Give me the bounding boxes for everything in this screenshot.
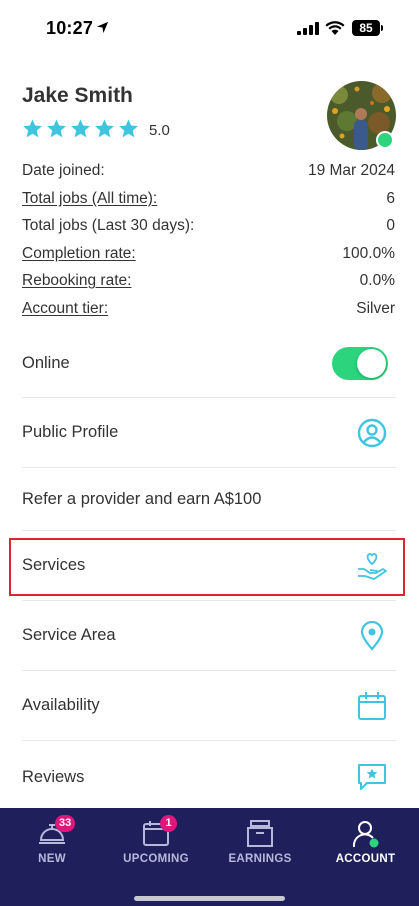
menu-item-label: Services [22,556,86,574]
home-indicator [134,896,285,901]
tab-new[interactable]: 33 NEW [0,808,104,878]
stat-value: Silver [356,299,395,317]
star-icon [47,119,66,138]
hand-heart-icon [356,550,388,582]
stat-row-total-jobs-30-days: Total jobs (Last 30 days): 0 [22,215,395,243]
stat-value: 0.0% [359,272,395,289]
star-icon [23,119,42,138]
stat-label-link[interactable]: Rebooking rate: [22,270,131,298]
rating-stars [22,118,139,139]
tab-label: EARNINGS [228,853,292,865]
stat-row-account-tier: Account tier: Silver [22,298,395,326]
menu-item-services[interactable]: Services [22,531,396,601]
stat-value: 6 [386,189,395,207]
cellular-signal-icon [297,22,319,35]
stat-label-link[interactable]: Account tier: [22,298,108,326]
user-circle-icon [356,417,388,449]
battery-nub [381,25,383,31]
location-arrow-icon [96,21,109,34]
stat-value: 0 [386,217,395,234]
stat-row-completion-rate: Completion rate: 100.0% [22,243,395,271]
stat-value: 19 Mar 2024 [307,162,395,179]
stats-list: Date joined: 19 Mar 2024 Total jobs (All… [22,160,395,325]
menu-item-label: Availability [22,696,100,714]
menu-item-label: Public Profile [22,423,119,441]
stat-label: Total jobs (Last 30 days): [22,217,195,234]
status-bar: 10:27 85 [0,0,419,58]
stat-row-date-joined: Date joined: 19 Mar 2024 [22,160,395,188]
user-icon [352,821,378,848]
tab-label: ACCOUNT [335,853,396,865]
rating-value: 5.0 [149,122,170,139]
calendar-icon [356,690,388,722]
account-menu: Online Public Profile Refer a provider a… [22,330,396,813]
tab-account[interactable]: ACCOUNT [312,808,419,878]
menu-item-label: Refer a provider and earn A$100 [22,489,262,508]
stat-label-link[interactable]: Total jobs (All time): [22,188,157,216]
star-icon [119,119,138,138]
online-row[interactable]: Online [22,330,396,398]
online-status-dot [376,131,394,149]
online-label: Online [22,354,70,372]
status-time: 10:27 [46,18,94,38]
profile-name: Jake Smith [22,84,133,107]
review-star-icon [356,761,388,793]
menu-item-refer-provider[interactable]: Refer a provider and earn A$100 [22,468,396,531]
menu-item-availability[interactable]: Availability [22,671,396,741]
tab-earnings[interactable]: EARNINGS [208,808,312,878]
stat-row-total-jobs-all-time: Total jobs (All time): 6 [22,188,395,216]
upcoming-count-badge: 1 [160,815,177,832]
menu-item-label: Reviews [22,767,85,786]
battery-icon: 85 [352,20,380,36]
stat-value: 100.0% [342,244,395,262]
menu-item-reviews[interactable]: Reviews [22,741,396,813]
tab-upcoming[interactable]: 1 UPCOMING [104,808,208,878]
star-icon [95,119,114,138]
menu-item-service-area[interactable]: Service Area [22,601,396,671]
bottom-nav: 33 NEW 1 UPCOMING EARNINGS ACCOUNT [0,808,419,906]
menu-item-label: Service Area [22,626,116,644]
wifi-icon [325,21,345,35]
stat-label: Date joined: [22,162,105,179]
archive-box-icon [247,820,273,847]
tab-label: UPCOMING [123,853,189,865]
tab-label: NEW [38,853,66,865]
toggle-knob [357,349,386,378]
new-count-badge: 33 [55,815,76,832]
star-icon [71,119,90,138]
stat-row-rebooking-rate: Rebooking rate: 0.0% [22,270,395,298]
menu-item-public-profile[interactable]: Public Profile [22,398,396,468]
location-pin-icon [356,620,388,652]
online-toggle[interactable] [332,347,388,380]
stat-label-link[interactable]: Completion rate: [22,243,136,271]
